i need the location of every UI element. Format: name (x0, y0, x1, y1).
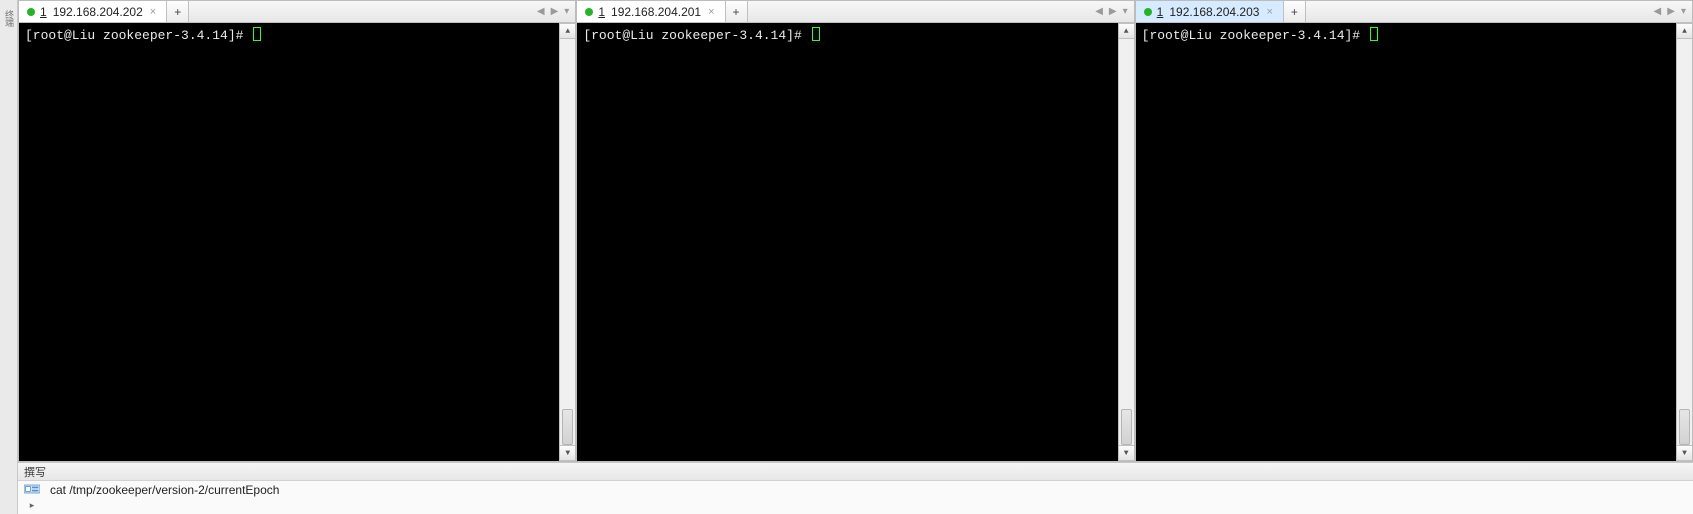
shell-prompt: [root@Liu zookeeper-3.4.14]# (1142, 28, 1368, 43)
expand-icon[interactable]: ▸ (30, 500, 35, 511)
tab-menu-icon[interactable]: ▾ (1121, 6, 1130, 17)
tab-nav: ◀ ▶ ▾ (1093, 1, 1133, 22)
vertical-scrollbar[interactable]: ▲ ▼ (559, 23, 575, 461)
tab-next-icon[interactable]: ▶ (1107, 6, 1119, 17)
scroll-thumb[interactable] (1121, 409, 1132, 445)
close-tab-icon[interactable]: × (706, 6, 716, 18)
new-tab-button[interactable]: + (1284, 1, 1306, 22)
tab-nav: ◀ ▶ ▾ (1652, 1, 1692, 22)
tab-prev-icon[interactable]: ◀ (535, 6, 547, 17)
tab-bar: 1 192.168.204.203 × + ◀ ▶ ▾ (1136, 1, 1692, 23)
vertical-scrollbar[interactable]: ▲ ▼ (1676, 23, 1692, 461)
cursor-icon (253, 27, 261, 41)
status-dot-icon (585, 8, 593, 16)
shell-prompt: [root@Liu zookeeper-3.4.14]# (25, 28, 251, 43)
terminal-pane: 1 192.168.204.203 × + ◀ ▶ ▾ [root@Liu zo… (1135, 0, 1693, 462)
tab-next-icon[interactable]: ▶ (1665, 6, 1677, 17)
scroll-down-icon[interactable]: ▼ (1119, 445, 1134, 461)
shell-prompt: [root@Liu zookeeper-3.4.14]# (583, 28, 809, 43)
scroll-track[interactable] (1119, 39, 1134, 445)
session-tab[interactable]: 1 192.168.204.203 × (1136, 1, 1284, 22)
tab-bar: 1 192.168.204.202 × + ◀ ▶ ▾ (19, 1, 575, 23)
close-tab-icon[interactable]: × (148, 6, 158, 18)
scroll-track[interactable] (560, 39, 575, 445)
vertical-scrollbar[interactable]: ▲ ▼ (1118, 23, 1134, 461)
compose-panel: 撰写 ▸ cat /tmp/zookeeper/version-2/curren… (18, 462, 1693, 514)
terminal-output[interactable]: [root@Liu zookeeper-3.4.14]# (19, 23, 559, 461)
compose-header[interactable]: 撰写 (18, 463, 1693, 481)
new-tab-button[interactable]: + (167, 1, 189, 22)
compose-input[interactable]: cat /tmp/zookeeper/version-2/currentEpoc… (46, 481, 1693, 499)
terminal-output[interactable]: [root@Liu zookeeper-3.4.14]# (1136, 23, 1676, 461)
tab-nav: ◀ ▶ ▾ (535, 1, 575, 22)
scroll-up-icon[interactable]: ▲ (560, 23, 575, 39)
tab-menu-icon[interactable]: ▾ (562, 6, 571, 17)
tab-index: 1 (1157, 5, 1165, 19)
left-gutter: 终端 (0, 0, 18, 514)
tab-next-icon[interactable]: ▶ (549, 6, 561, 17)
scroll-thumb[interactable] (1679, 409, 1690, 445)
scroll-down-icon[interactable]: ▼ (1677, 445, 1692, 461)
cursor-icon (1370, 27, 1378, 41)
tab-title: 192.168.204.203 (1169, 5, 1259, 19)
terminal-output[interactable]: [root@Liu zookeeper-3.4.14]# (577, 23, 1117, 461)
scroll-thumb[interactable] (562, 409, 573, 445)
tab-prev-icon[interactable]: ◀ (1652, 6, 1664, 17)
terminal-pane: 1 192.168.204.202 × + ◀ ▶ ▾ [root@Liu zo… (18, 0, 576, 462)
scroll-down-icon[interactable]: ▼ (560, 445, 575, 461)
close-tab-icon[interactable]: × (1264, 6, 1274, 18)
session-tab[interactable]: 1 192.168.204.201 × (577, 1, 725, 22)
tab-title: 192.168.204.201 (611, 5, 701, 19)
tab-title: 192.168.204.202 (53, 5, 143, 19)
tab-index: 1 (40, 5, 48, 19)
tab-index: 1 (598, 5, 606, 19)
tab-prev-icon[interactable]: ◀ (1093, 6, 1105, 17)
compose-mode-icon[interactable] (24, 483, 40, 498)
new-tab-button[interactable]: + (726, 1, 748, 22)
terminal-pane: 1 192.168.204.201 × + ◀ ▶ ▾ [root@Liu zo… (576, 0, 1134, 462)
status-dot-icon (27, 8, 35, 16)
status-dot-icon (1144, 8, 1152, 16)
terminal-panes: 1 192.168.204.202 × + ◀ ▶ ▾ [root@Liu zo… (18, 0, 1693, 462)
scroll-up-icon[interactable]: ▲ (1677, 23, 1692, 39)
scroll-track[interactable] (1677, 39, 1692, 445)
tab-bar: 1 192.168.204.201 × + ◀ ▶ ▾ (577, 1, 1133, 23)
session-tab[interactable]: 1 192.168.204.202 × (19, 1, 167, 22)
cursor-icon (812, 27, 820, 41)
tab-menu-icon[interactable]: ▾ (1679, 6, 1688, 17)
gutter-label: 终端 (4, 10, 13, 26)
scroll-up-icon[interactable]: ▲ (1119, 23, 1134, 39)
